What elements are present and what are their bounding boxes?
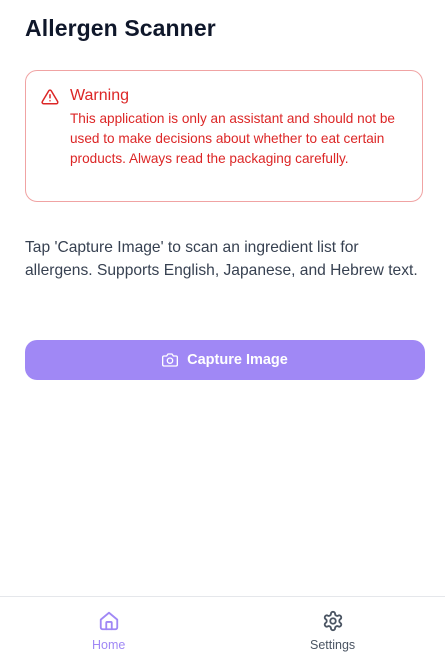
capture-button-label: Capture Image [187,352,288,368]
alert-triangle-icon [41,88,59,106]
warning-title: Warning [70,87,129,104]
nav-item-label: Settings [310,638,356,652]
nav-item-settings[interactable]: Settings [223,597,445,662]
camera-icon [162,352,179,368]
instructions-text: Tap 'Capture Image' to scan an ingredien… [25,239,418,279]
capture-image-button[interactable]: Capture Image [25,340,425,380]
bottom-nav: Home Settings [0,596,445,662]
nav-item-home[interactable]: Home [0,597,222,662]
app-screen: Allergen Scanner Warning This applicatio… [0,0,445,662]
gear-icon [322,610,344,632]
warning-box: Warning This application is only an assi… [25,70,423,202]
page-title: Allergen Scanner [25,15,216,41]
nav-item-label: Home [92,638,126,652]
home-icon [98,610,120,632]
warning-text: This application is only an assistant an… [70,111,395,166]
